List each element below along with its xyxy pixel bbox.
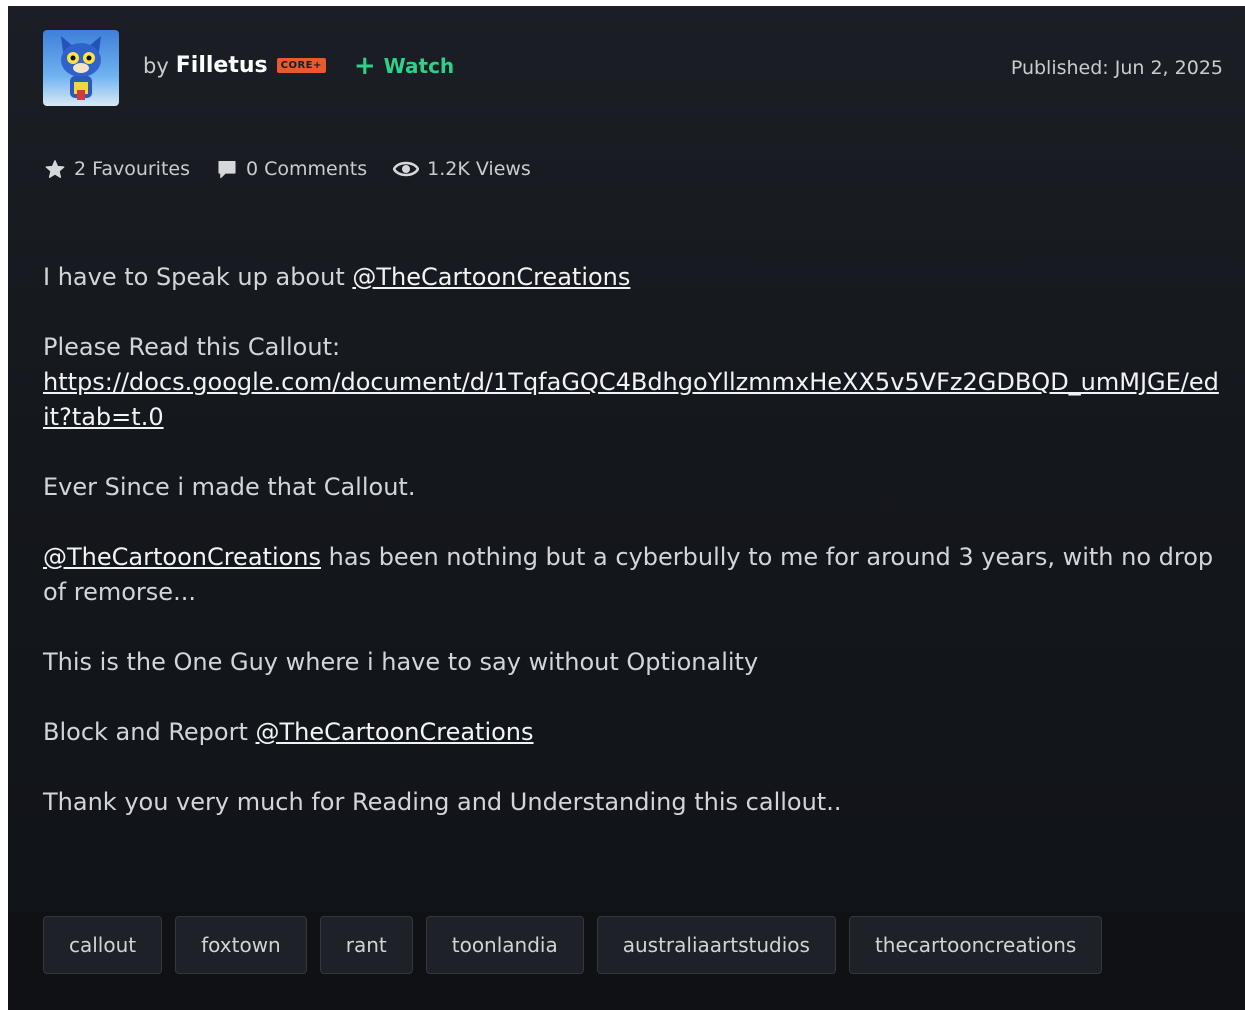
paragraph-text: I have to Speak up about xyxy=(43,263,353,291)
username-link[interactable]: Filletus xyxy=(176,53,268,78)
star-icon xyxy=(45,159,65,178)
core-badge: CORE+ xyxy=(276,58,326,73)
paragraph-text: Thank you very much for Reading and Unde… xyxy=(43,788,842,816)
tag-callout[interactable]: callout xyxy=(43,916,163,974)
tag-list: callout foxtown rant toonlandia australi… xyxy=(43,916,1115,974)
tag-foxtown[interactable]: foxtown xyxy=(175,916,307,974)
stats-bar: 2 Favourites 0 Comments 1.2K Views xyxy=(44,158,557,180)
comments-count: 0 Comments xyxy=(246,158,368,180)
journal-body: I have to Speak up about @TheCartoonCrea… xyxy=(43,260,1223,855)
paragraph: This is the One Guy where i have to say … xyxy=(43,645,1223,680)
tag-australiaartstudios[interactable]: australiaartstudios xyxy=(596,916,836,974)
watch-button[interactable]: + Watch xyxy=(353,50,455,81)
tag-thecartooncreations[interactable]: thecartooncreations xyxy=(848,916,1103,974)
paragraph-text: Please Read this Callout: xyxy=(43,333,341,361)
deviation-panel: by Filletus CORE+ + Watch Published: Jun… xyxy=(8,6,1245,1010)
favourites-stat[interactable]: 2 Favourites xyxy=(44,158,190,180)
views-stat: 1.2K Views xyxy=(393,158,531,180)
views-count: 1.2K Views xyxy=(427,158,531,180)
favourites-count: 2 Favourites xyxy=(74,158,190,180)
paragraph-text: Block and Report xyxy=(43,718,256,746)
tag-rant[interactable]: rant xyxy=(319,916,413,974)
eye-icon xyxy=(393,161,420,177)
comment-icon xyxy=(218,160,236,178)
comments-stat[interactable]: 0 Comments xyxy=(216,158,367,180)
paragraph: Ever Since i made that Callout. xyxy=(43,470,1223,505)
mention-link[interactable]: @TheCartoonCreations xyxy=(43,543,321,571)
paragraph: @TheCartoonCreations has been nothing bu… xyxy=(43,540,1223,610)
tag-bar: callout foxtown rant toonlandia australi… xyxy=(8,912,1245,1010)
tag-toonlandia[interactable]: toonlandia xyxy=(425,916,584,974)
paragraph: Please Read this Callout: https://docs.go… xyxy=(43,330,1223,435)
paragraph-text: Ever Since i made that Callout. xyxy=(43,473,416,501)
avatar[interactable] xyxy=(43,30,119,106)
paragraph: Thank you very much for Reading and Unde… xyxy=(43,785,1223,820)
plus-icon: + xyxy=(353,50,376,81)
byline: by Filletus CORE+ + Watch xyxy=(143,50,455,81)
paragraph: Block and Report @TheCartoonCreations xyxy=(43,715,1223,750)
by-prefix: by xyxy=(143,53,169,78)
callout-doc-link[interactable]: https://docs.google.com/document/d/1Tqfa… xyxy=(43,368,1219,431)
paragraph-text: This is the One Guy where i have to say … xyxy=(43,648,759,676)
watch-label: Watch xyxy=(383,53,455,78)
published-date: Published: Jun 2, 2025 xyxy=(1010,57,1223,79)
mention-link[interactable]: @TheCartoonCreations xyxy=(352,263,630,291)
paragraph: I have to Speak up about @TheCartoonCrea… xyxy=(43,260,1223,295)
mention-link[interactable]: @TheCartoonCreations xyxy=(256,718,534,746)
